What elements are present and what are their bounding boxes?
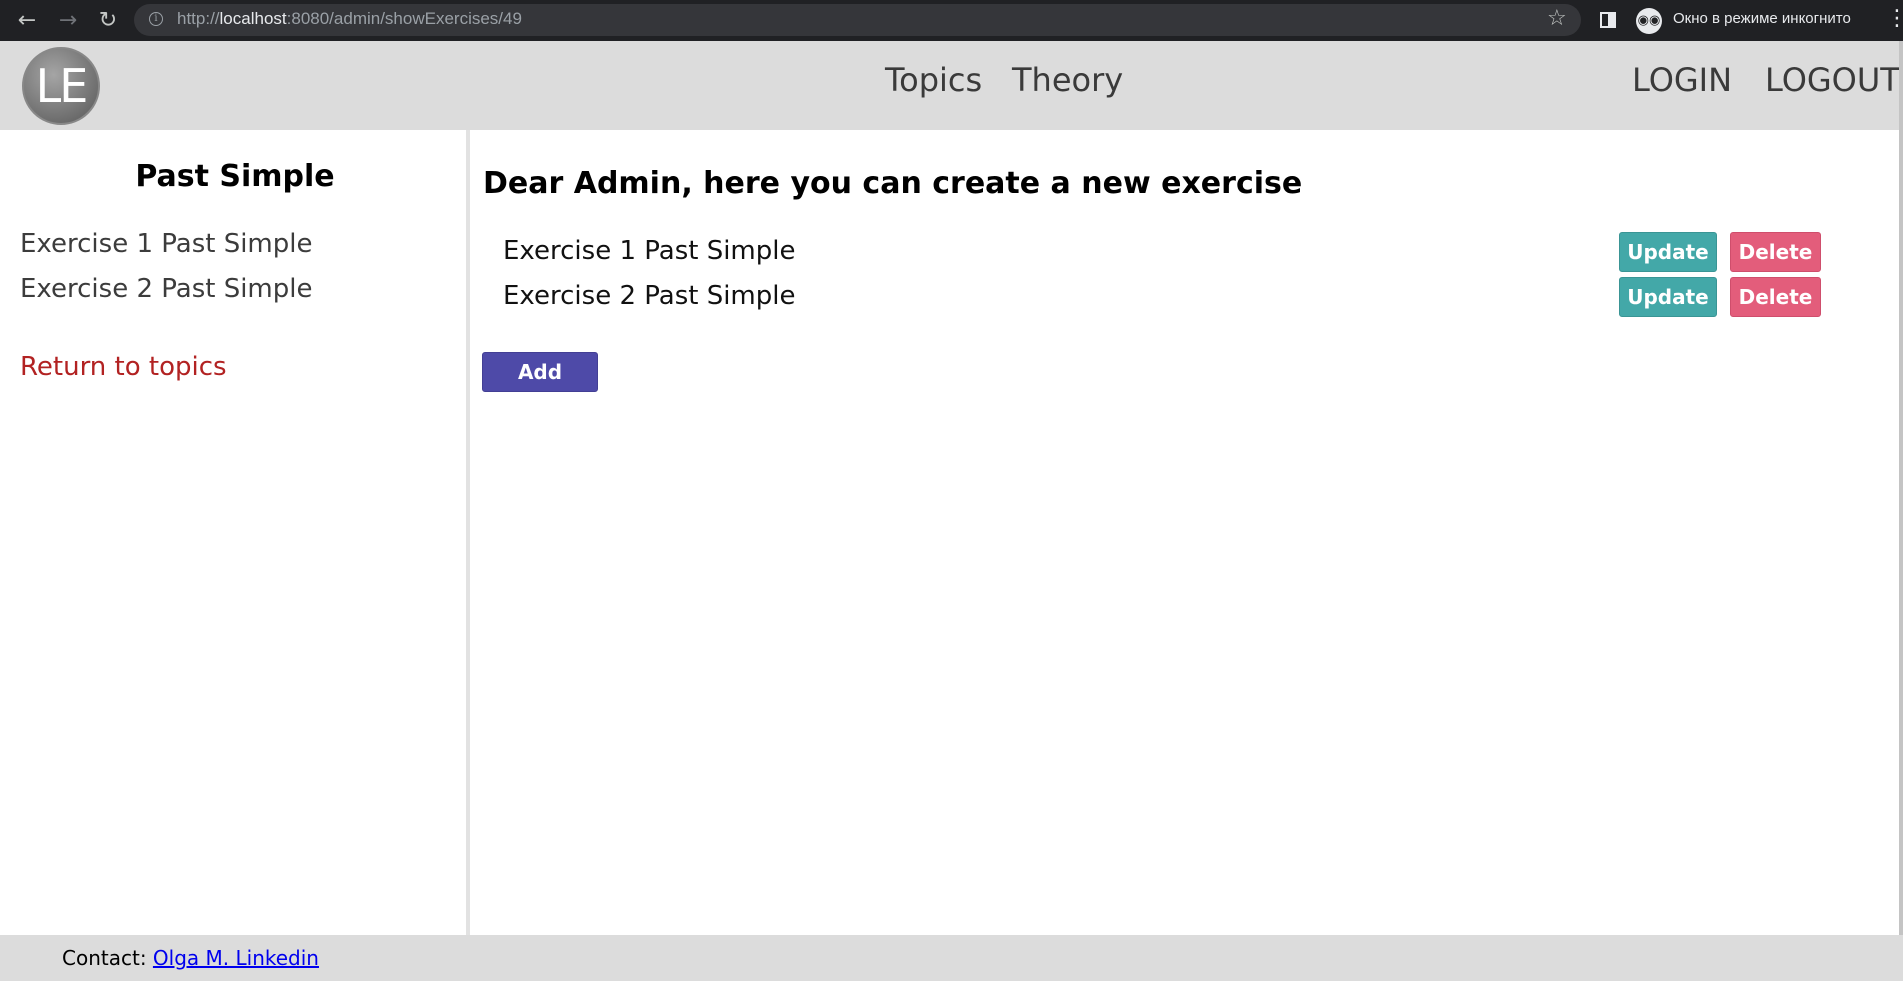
linkedin-link[interactable]: Olga M. Linkedin: [153, 946, 319, 970]
site-header: LE Topics Theory LOGIN LOGOUT: [0, 41, 1903, 130]
update-button[interactable]: Update: [1619, 232, 1717, 272]
url-text[interactable]: http://localhost:8080/admin/showExercise…: [177, 9, 522, 29]
logo[interactable]: LE: [22, 47, 100, 125]
side-panel-icon[interactable]: [1600, 12, 1616, 28]
sidebar-item-exercise-1[interactable]: Exercise 1 Past Simple: [20, 229, 313, 259]
main-content: Dear Admin, here you can create a new ex…: [474, 130, 1903, 935]
add-exercise-button[interactable]: Add: [482, 352, 598, 392]
exercise-row: Exercise 2 Past Simple Update Delete: [474, 275, 1903, 317]
forward-arrow-icon[interactable]: →: [53, 6, 83, 36]
logout-link[interactable]: LOGOUT: [1765, 61, 1900, 99]
exercise-title: Exercise 2 Past Simple: [503, 281, 796, 311]
contact-line: Contact: Olga M. Linkedin: [62, 946, 319, 970]
sidebar-title: Past Simple: [135, 159, 335, 194]
delete-button[interactable]: Delete: [1730, 277, 1821, 317]
page-scrollbar[interactable]: [1899, 41, 1903, 935]
reload-icon[interactable]: ↻: [93, 6, 123, 36]
update-button[interactable]: Update: [1619, 277, 1717, 317]
site-info-icon[interactable]: i: [149, 12, 163, 26]
nav-topics-link[interactable]: Topics: [885, 61, 982, 99]
bookmark-star-icon[interactable]: ☆: [1547, 6, 1567, 31]
login-link[interactable]: LOGIN: [1632, 61, 1732, 99]
sidebar-item-exercise-2[interactable]: Exercise 2 Past Simple: [20, 274, 313, 304]
exercise-row: Exercise 1 Past Simple Update Delete: [474, 230, 1903, 272]
incognito-label[interactable]: Окно в режиме инкогнито: [1673, 10, 1851, 27]
incognito-icon[interactable]: ◉◉: [1636, 8, 1662, 34]
exercise-title: Exercise 1 Past Simple: [503, 236, 796, 266]
contact-label: Contact:: [62, 946, 147, 970]
sidebar: Past Simple Exercise 1 Past Simple Exerc…: [0, 130, 470, 935]
page-title: Dear Admin, here you can create a new ex…: [483, 166, 1303, 201]
back-arrow-icon[interactable]: ←: [12, 6, 42, 36]
footer: Contact: Olga M. Linkedin: [0, 935, 1903, 981]
browser-menu-icon[interactable]: ⋮: [1886, 6, 1903, 31]
delete-button[interactable]: Delete: [1730, 232, 1821, 272]
nav-theory-link[interactable]: Theory: [1012, 61, 1123, 99]
return-to-topics-link[interactable]: Return to topics: [20, 352, 227, 382]
browser-toolbar: ← → ↻ i http://localhost:8080/admin/show…: [0, 0, 1903, 41]
